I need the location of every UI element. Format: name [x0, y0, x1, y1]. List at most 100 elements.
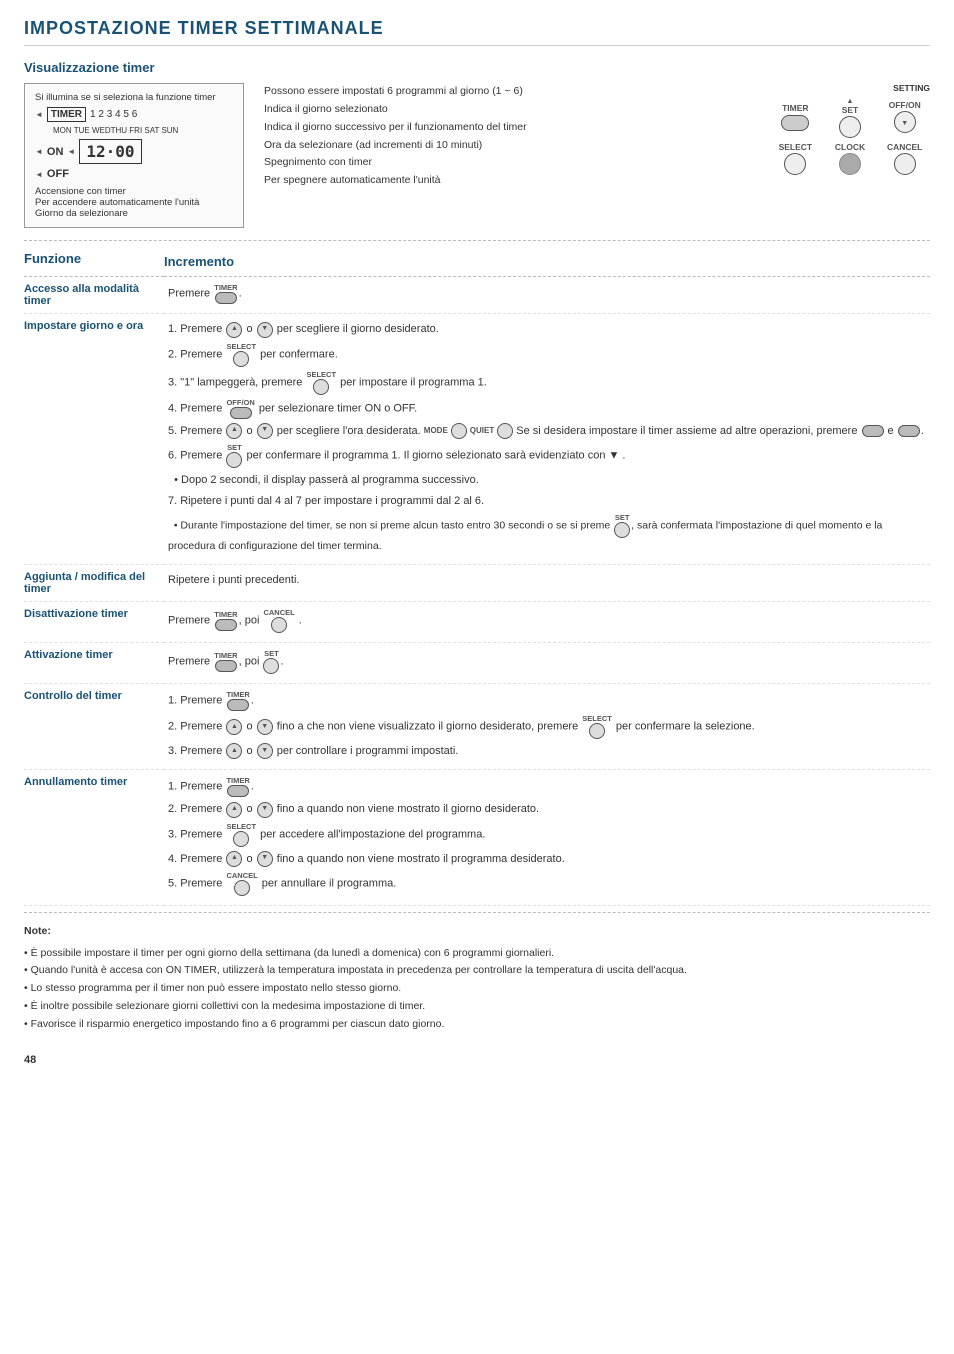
divider-1	[24, 240, 930, 241]
up-arrow	[847, 95, 854, 105]
funzione-header: Funzione	[24, 247, 164, 277]
attivazione-label: Attivazione timer	[24, 649, 113, 661]
table-row: Disattivazione timer Premere TIMER , poi…	[24, 602, 930, 643]
caption-illumina: Si illumina se si seleziona la funzione …	[35, 92, 233, 103]
page-number: 48	[24, 1054, 930, 1066]
mode-btn-inline	[862, 425, 884, 437]
timer-btn: TIMER	[770, 103, 821, 131]
func-impostare: Impostare giorno e ora	[24, 314, 164, 565]
select-circle	[784, 153, 806, 175]
step6: 6. Premere SET per confermare il program…	[168, 443, 930, 468]
table-row: Accesso alla modalità timer Premere TIME…	[24, 277, 930, 314]
select-btn: SELECT	[770, 142, 821, 175]
content-impostare: 1. Premere ▲ o ▼ per scegliere il giorno…	[164, 314, 930, 565]
select-c-ctrl	[589, 723, 605, 739]
timer-label-box: TIMER	[47, 107, 86, 122]
arrow-pointer: ◄	[35, 110, 43, 119]
up-c-ctrl: ▲	[226, 719, 242, 735]
up-btn-ann2: ▲	[226, 851, 242, 867]
timer-lbl-ctrl: TIMER	[226, 690, 249, 699]
content-accesso: Premere TIMER .	[164, 277, 930, 314]
timer-btn-att: TIMER	[214, 651, 237, 672]
ann-step5: 5. Premere CANCEL per annullare il progr…	[168, 871, 930, 896]
select-btn-ctrl: SELECT	[582, 714, 612, 739]
set-btn-inline6: SET	[226, 443, 242, 468]
down-c5: ▼	[257, 423, 273, 439]
attivazione-step: Premere TIMER , poi SET .	[168, 649, 930, 674]
select-circle3	[313, 379, 329, 395]
down-btn-ctrl2: ▼	[257, 743, 273, 759]
timer-row: ◄ TIMER 1 2 3 4 5 6	[35, 107, 233, 122]
step7b: • Durante l'impostazione del timer, se n…	[168, 513, 930, 555]
note-2: • Quando l'unità è accesa con ON TIMER, …	[24, 962, 930, 980]
ann-step3: 3. Premere SELECT per accedere all'impos…	[168, 822, 930, 847]
step3: 3. "1" lampeggerà, premere SELECT per im…	[168, 370, 930, 395]
day-numbers: 1 2 3 4 5 6	[90, 109, 137, 120]
down-btn5: ▼	[257, 423, 273, 439]
timer-captions: Possono essere impostati 6 programmi al …	[264, 83, 750, 190]
cancel-btn-ann: CANCEL	[226, 871, 257, 896]
timer-lbl-att: TIMER	[214, 651, 237, 660]
up-btn5: ▲	[226, 423, 242, 439]
timer-lbl-disatt: TIMER	[214, 610, 237, 619]
step5: 5. Premere ▲ o ▼ per scegliere l'ora des…	[168, 422, 930, 440]
mid-line5: Spegnimento con timer	[264, 154, 750, 172]
content-disattivazione: Premere TIMER , poi CANCEL .	[164, 602, 930, 643]
timer-display-section: Si illumina se si seleziona la funzione …	[24, 83, 930, 228]
controllo-label: Controllo del timer	[24, 690, 122, 702]
mode-quiet: MODE QUIET	[424, 423, 513, 439]
ctrl-step1: 1. Premere TIMER .	[168, 690, 930, 711]
down-c-ann2: ▼	[257, 851, 273, 867]
timer-btn-ann: TIMER	[226, 776, 249, 797]
up-c-ctrl2: ▲	[226, 743, 242, 759]
mid-line1: Possono essere impostati 6 programmi al …	[264, 83, 750, 101]
content-attivazione: Premere TIMER , poi SET .	[164, 643, 930, 684]
cancel-label: CANCEL	[887, 142, 922, 152]
table-row: Controllo del timer 1. Premere TIMER . 2…	[24, 684, 930, 770]
annullamento-label: Annullamento timer	[24, 776, 127, 788]
divider-2	[24, 912, 930, 913]
offon-label-above: OFF/ON	[226, 398, 254, 407]
select-btn-inline3: SELECT	[306, 370, 336, 395]
arrow-left2: ◄	[67, 147, 75, 156]
page-title: IMPOSTAZIONE TIMER SETTIMANALE	[24, 18, 930, 46]
down-c-ann: ▼	[257, 802, 273, 818]
set-btn-att: SET	[263, 649, 279, 674]
ann-step2: 2. Premere ▲ o ▼ fino a quando non viene…	[168, 800, 930, 818]
up-circle: ▲	[226, 322, 242, 338]
func-disattivazione: Disattivazione timer	[24, 602, 164, 643]
offon-label: OFF/ON	[889, 100, 921, 110]
accendere-label: Per accendere automaticamente l'unità	[35, 197, 199, 208]
incremento-header: Incremento	[164, 247, 930, 277]
ctrl-step3: 3. Premere ▲ o ▼ per controllare i progr…	[168, 742, 930, 760]
table-row: Annullamento timer 1. Premere TIMER . 2.…	[24, 770, 930, 905]
off-pointer: ◄	[35, 170, 43, 179]
func-controllo: Controllo del timer	[24, 684, 164, 770]
aggiunta-step: Ripetere i punti precedenti.	[168, 571, 930, 589]
up-btn-ann: ▲	[226, 802, 242, 818]
remote-grid: TIMER SET OFF/ON SELECT CLOCK	[770, 95, 930, 175]
setting-text: SETTING	[893, 83, 930, 93]
up-btn-inline: ▲	[226, 322, 242, 338]
function-table: Funzione Incremento Accesso alla modalit…	[24, 247, 930, 906]
mode-circle	[451, 423, 467, 439]
content-annullamento: 1. Premere TIMER . 2. Premere ▲ o ▼ fino…	[164, 770, 930, 905]
content-controllo: 1. Premere TIMER . 2. Premere ▲ o ▼ fino…	[164, 684, 930, 770]
down-circle: ▼	[257, 322, 273, 338]
func-accesso: Accesso alla modalità timer	[24, 277, 164, 314]
cancel-c-disatt	[271, 617, 287, 633]
cancel-btn: CANCEL	[879, 142, 930, 175]
step4: 4. Premere OFF/ON per selezionare timer …	[168, 398, 930, 419]
func-annullamento: Annullamento timer	[24, 770, 164, 905]
table-row: Impostare giorno e ora 1. Premere ▲ o ▼ …	[24, 314, 930, 565]
timer-unit-display: Si illumina se si seleziona la funzione …	[24, 83, 244, 228]
clock-display: 12·00	[79, 139, 141, 164]
timer-btn-disatt: TIMER	[214, 610, 237, 631]
days-sub: MON TUE WEDTHU FRI SAT SUN	[53, 126, 233, 135]
ctrl-step2: 2. Premere ▲ o ▼ fino a che non viene vi…	[168, 714, 930, 739]
step2: 2. Premere SELECT per confermare.	[168, 342, 930, 367]
ann-step4: 4. Premere ▲ o ▼ fino a quando non viene…	[168, 850, 930, 868]
clock-circle	[839, 153, 861, 175]
note-3: • Lo stesso programma per il timer non p…	[24, 980, 930, 998]
cancel-lbl-ann: CANCEL	[226, 871, 257, 880]
